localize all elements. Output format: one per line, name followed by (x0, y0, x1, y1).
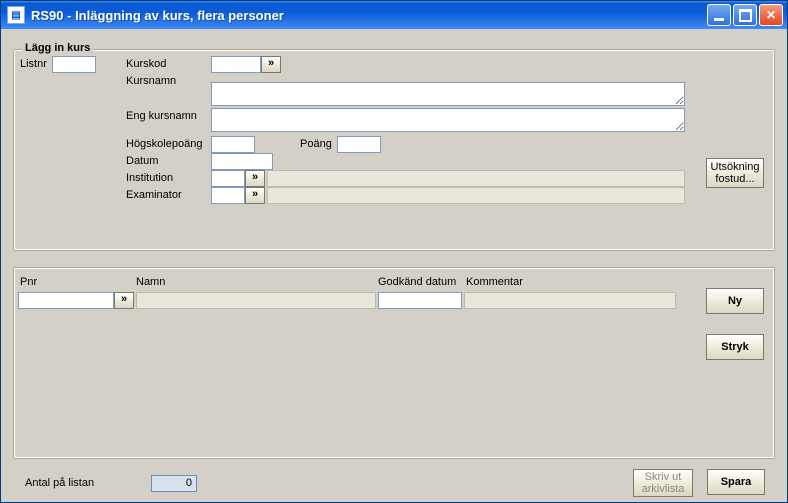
stryk-button[interactable]: Stryk (706, 334, 764, 360)
minimize-button[interactable] (707, 4, 731, 26)
person-panel: Pnr Namn Godkänd datum Kommentar » Ny St… (13, 267, 775, 459)
institution-code-input[interactable] (211, 170, 245, 187)
kursnamn-input[interactable] (211, 82, 685, 106)
app-window: ▤ RS90 - Inläggning av kurs, flera perso… (0, 0, 788, 503)
godkand-datum-input[interactable] (378, 292, 462, 309)
footer: Antal på listan 0 Skriv ut arkivlista Sp… (13, 469, 775, 499)
close-icon: ✕ (766, 8, 776, 22)
maximize-button[interactable] (733, 4, 757, 26)
kurskod-input[interactable] (211, 56, 261, 73)
maximize-icon (739, 9, 752, 22)
namn-display (136, 292, 376, 309)
institution-pick-button[interactable]: » (245, 170, 265, 187)
hogskolepoang-input[interactable] (211, 136, 255, 153)
spara-button[interactable]: Spara (707, 469, 765, 495)
datum-label: Datum (126, 155, 158, 167)
group-legend: Lägg in kurs (22, 42, 93, 54)
window-title: RS90 - Inläggning av kurs, flera persone… (31, 8, 707, 23)
minimize-icon (714, 18, 724, 21)
engkursnamn-label: Eng kursnamn (126, 110, 197, 122)
pnr-input[interactable] (18, 292, 114, 309)
hogskolepoang-label: Högskolepoäng (126, 138, 202, 150)
client-area: Lägg in kurs Listnr Kurskod » Kursnamn E… (1, 29, 787, 502)
examinator-code-input[interactable] (211, 187, 245, 204)
pnr-label: Pnr (20, 276, 37, 288)
antal-label: Antal på listan (25, 477, 94, 489)
institution-label: Institution (126, 172, 173, 184)
ny-button[interactable]: Ny (706, 288, 764, 314)
poang-label: Poäng (300, 138, 332, 150)
app-icon: ▤ (7, 6, 25, 24)
listnr-input[interactable] (52, 56, 96, 73)
window-buttons: ✕ (707, 4, 783, 26)
datum-input[interactable] (211, 153, 273, 170)
pnr-pick-button[interactable]: » (114, 292, 134, 309)
title-bar: ▤ RS90 - Inläggning av kurs, flera perso… (1, 1, 787, 29)
institution-name-display (267, 170, 685, 187)
antal-value: 0 (151, 475, 197, 492)
kommentar-display (464, 292, 676, 309)
kommentar-label: Kommentar (466, 276, 523, 288)
godkand-datum-label: Godkänd datum (378, 276, 456, 288)
kurskod-pick-button[interactable]: » (261, 56, 281, 73)
listnr-label: Listnr (20, 58, 47, 70)
skriv-ut-arkivlista-button[interactable]: Skriv ut arkivlista (633, 469, 693, 497)
kurskod-label: Kurskod (126, 58, 166, 70)
examinator-pick-button[interactable]: » (245, 187, 265, 204)
examinator-name-display (267, 187, 685, 204)
poang-input[interactable] (337, 136, 381, 153)
examinator-label: Examinator (126, 189, 182, 201)
lagg-in-kurs-group: Lägg in kurs Listnr Kurskod » Kursnamn E… (13, 49, 775, 251)
kursnamn-label: Kursnamn (126, 75, 176, 87)
close-button[interactable]: ✕ (759, 4, 783, 26)
namn-label: Namn (136, 276, 165, 288)
utsokning-fostud-button[interactable]: Utsökning fostud... (706, 158, 764, 188)
engkursnamn-input[interactable] (211, 108, 685, 132)
